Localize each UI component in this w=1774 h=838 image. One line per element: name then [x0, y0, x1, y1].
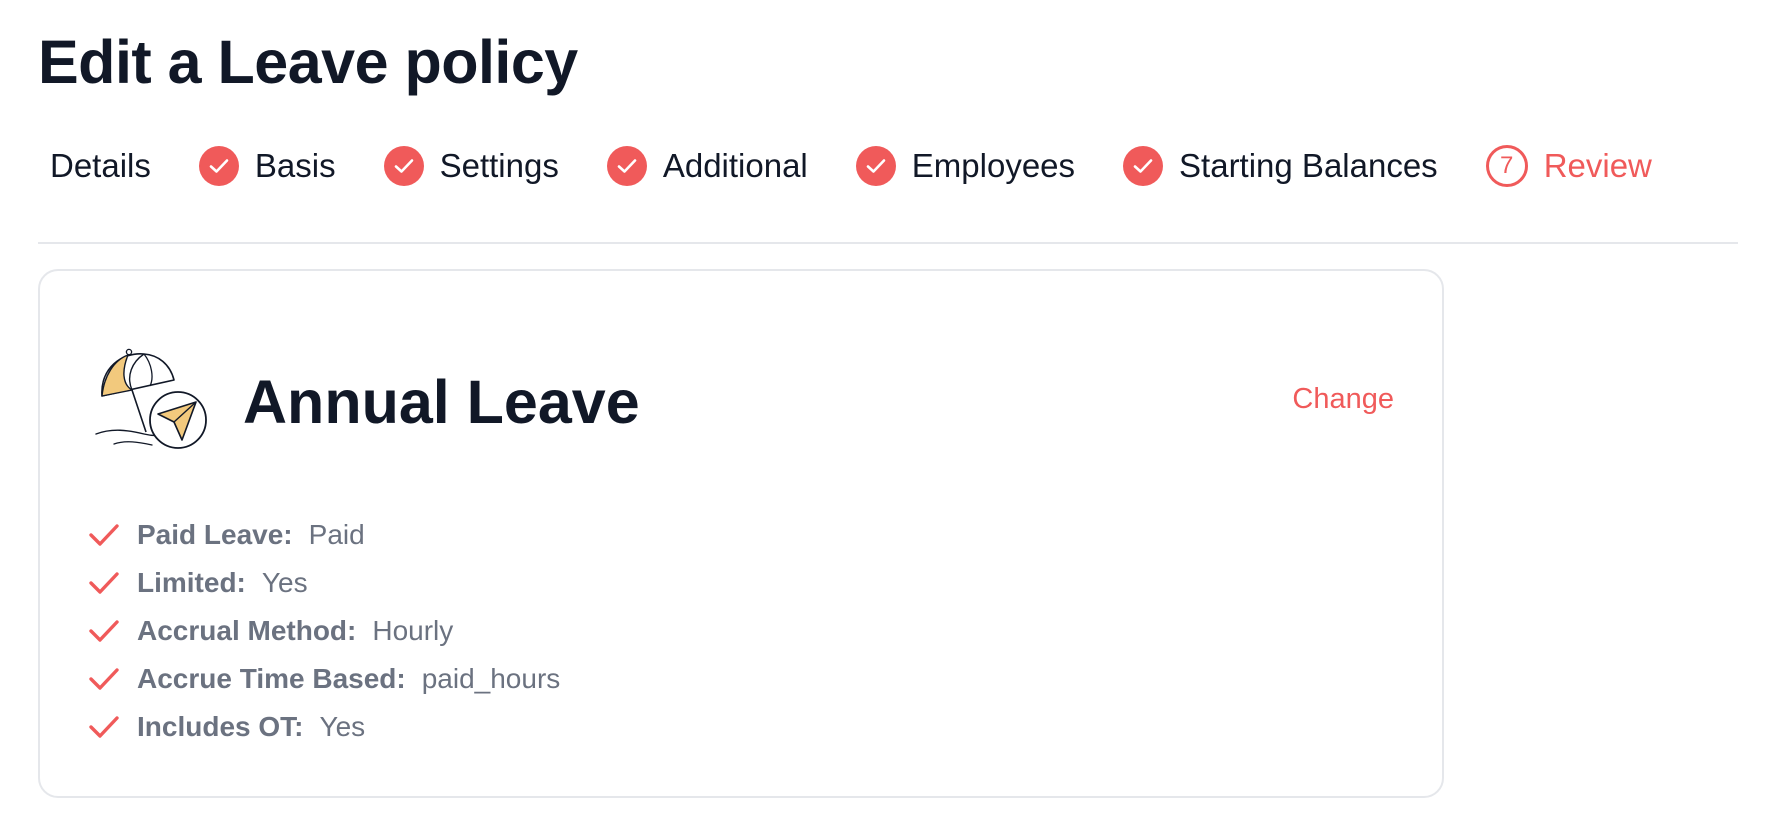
page-title: Edit a Leave policy	[38, 28, 578, 96]
summary-item-paid-leave: Paid Leave: Paid	[88, 511, 560, 559]
check-icon	[89, 572, 119, 594]
edit-leave-policy-page: Edit a Leave policy Details Basis Settin…	[0, 0, 1774, 838]
step-starting-balances[interactable]: Starting Balances	[1123, 146, 1438, 186]
policy-name: Annual Leave	[243, 368, 640, 436]
summary-value: Yes	[319, 711, 366, 742]
completed-check-icon	[383, 146, 424, 186]
step-label-employees: Employees	[911, 147, 1076, 184]
check-icon	[89, 524, 119, 546]
summary-value: Yes	[261, 567, 308, 598]
check-icon	[89, 668, 119, 690]
step-label-basis: Basis	[254, 147, 336, 184]
summary-item-limited: Limited: Yes	[88, 559, 560, 607]
summary-item-accrual-method: Accrual Method: Hourly	[88, 607, 560, 655]
summary-label: Paid Leave:	[137, 519, 293, 550]
step-review[interactable]: 7 Review	[1485, 145, 1652, 187]
check-icon	[89, 716, 119, 738]
step-label-review: Review	[1543, 147, 1652, 184]
beach-umbrella-paper-plane-icon	[95, 348, 207, 449]
header-divider	[38, 242, 1738, 244]
progress-stepper: Details Basis Settings Additional Employ	[50, 140, 1652, 192]
summary-label: Accrual Method:	[137, 615, 357, 646]
step-basis[interactable]: Basis	[198, 146, 336, 186]
step-settings[interactable]: Settings	[383, 146, 559, 186]
step-label-additional: Additional	[662, 147, 808, 184]
summary-item-includes-ot: Includes OT: Yes	[88, 703, 560, 751]
summary-value: Paid	[308, 519, 365, 550]
completed-check-icon	[1123, 146, 1164, 186]
summary-value: Hourly	[372, 615, 454, 646]
step-additional[interactable]: Additional	[606, 146, 808, 186]
change-policy-link[interactable]: Change	[1292, 383, 1394, 416]
policy-review-card: Annual Leave Change Paid Leave: Paid Lim…	[38, 269, 1444, 798]
summary-item-accrue-time-based: Accrue Time Based: paid_hours	[88, 655, 560, 703]
summary-label: Includes OT:	[137, 711, 304, 742]
summary-label: Accrue Time Based:	[137, 663, 406, 694]
policy-summary-list: Paid Leave: Paid Limited: Yes Accrual Me…	[88, 511, 560, 751]
step-number-badge: 7	[1485, 145, 1528, 187]
step-label-starting-balances: Starting Balances	[1179, 147, 1438, 184]
completed-check-icon	[198, 146, 239, 186]
step-details[interactable]: Details	[50, 147, 151, 185]
step-employees[interactable]: Employees	[855, 146, 1076, 186]
completed-check-icon	[606, 146, 647, 186]
step-label-details: Details	[50, 147, 151, 184]
completed-check-icon	[855, 146, 896, 186]
summary-value: paid_hours	[421, 663, 561, 694]
step-label-settings: Settings	[439, 147, 559, 184]
check-icon	[89, 620, 119, 642]
summary-label: Limited:	[137, 567, 246, 598]
